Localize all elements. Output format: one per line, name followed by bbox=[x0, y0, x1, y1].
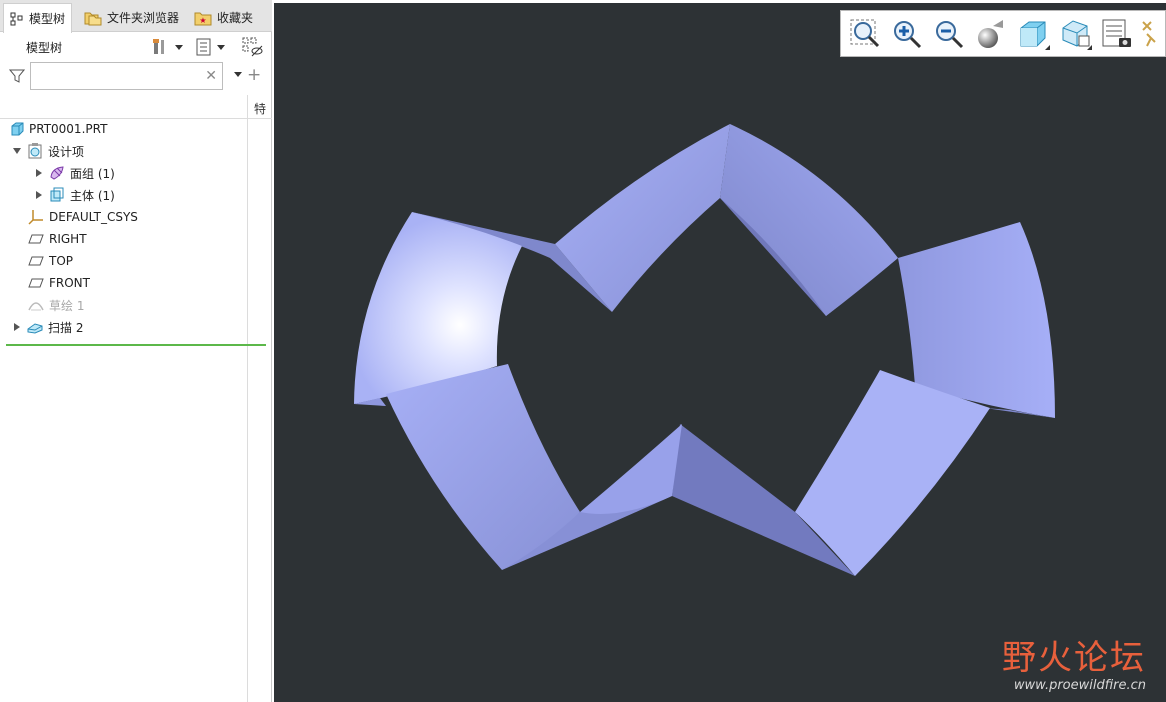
filter-row: ✕ + bbox=[0, 60, 272, 92]
filter-icon[interactable] bbox=[9, 68, 25, 84]
view-toolbar bbox=[840, 10, 1166, 57]
tree-item[interactable]: RIGHT bbox=[28, 228, 87, 250]
tree-item[interactable]: TOP bbox=[28, 250, 73, 272]
tree-item-label: RIGHT bbox=[49, 232, 87, 246]
watermark-title: 野火论坛 bbox=[1002, 638, 1146, 678]
chevron-down-icon[interactable] bbox=[234, 72, 242, 77]
sketch-icon bbox=[28, 298, 44, 312]
tree-item[interactable]: 草绘 1 bbox=[28, 294, 84, 316]
chevron-down-icon bbox=[1087, 44, 1092, 50]
tab-label: 模型树 bbox=[29, 12, 66, 26]
view-manager-button[interactable] bbox=[1099, 16, 1135, 52]
show-list-icon bbox=[196, 38, 211, 56]
part-icon bbox=[10, 122, 24, 136]
tree-item-label: FRONT bbox=[49, 276, 90, 290]
expand-arrow-icon[interactable] bbox=[12, 322, 22, 332]
show-dropdown[interactable] bbox=[196, 37, 225, 57]
add-icon[interactable]: + bbox=[247, 65, 261, 85]
insert-here-marker[interactable] bbox=[6, 344, 266, 346]
tree-item[interactable]: 面组 (1) bbox=[34, 162, 115, 184]
datum-plane-icon bbox=[28, 277, 44, 289]
column-divider[interactable] bbox=[247, 95, 248, 702]
navigator-tabs: 模型树 文件夹浏览器 ★ 收藏夹 bbox=[0, 0, 272, 33]
left-panel: 模型树 文件夹浏览器 ★ 收藏夹 模型树 ✕ + 特 PRT0001.PRT 设… bbox=[0, 0, 272, 702]
tree-item-label: DEFAULT_CSYS bbox=[49, 210, 138, 224]
collapse-arrow-icon[interactable] bbox=[12, 146, 22, 156]
chevron-down-icon bbox=[1045, 44, 1050, 50]
hide-button[interactable] bbox=[242, 37, 264, 57]
datum-plane-icon bbox=[28, 233, 44, 245]
tree-item-label: TOP bbox=[49, 254, 74, 268]
datum-plane-icon bbox=[28, 255, 44, 267]
tree-header: 模型树 bbox=[0, 32, 272, 60]
tree-item[interactable]: 主体 (1) bbox=[34, 184, 115, 206]
watermark-url: www.proewildfire.cn bbox=[1013, 678, 1146, 693]
surface-facet bbox=[580, 424, 682, 514]
view-manager-icon bbox=[1102, 19, 1131, 47]
folder-browser-icon bbox=[84, 12, 102, 25]
graphics-viewport[interactable]: 野火论坛 www.proewildfire.cn bbox=[274, 3, 1166, 702]
svg-text:★: ★ bbox=[199, 16, 206, 25]
tree-item[interactable]: 设计项 bbox=[12, 140, 84, 162]
column-header-label[interactable]: 特 bbox=[254, 100, 270, 117]
refit-button[interactable] bbox=[847, 16, 883, 52]
tree-item[interactable]: 扫描 2 bbox=[12, 316, 83, 338]
tree-item-label: 面组 (1) bbox=[70, 166, 115, 181]
tree-item-label: PRT0001.PRT bbox=[29, 122, 108, 136]
surface-facet bbox=[720, 124, 898, 316]
zoom-in-icon bbox=[894, 20, 922, 48]
tree-item-label: 设计项 bbox=[48, 144, 85, 159]
zoom-in-button[interactable] bbox=[889, 16, 925, 52]
tree-item-label: 扫描 2 bbox=[48, 320, 84, 335]
refit-icon bbox=[850, 19, 880, 47]
display-style-button[interactable] bbox=[1015, 16, 1051, 52]
search-input[interactable] bbox=[31, 63, 206, 89]
expand-arrow-icon[interactable] bbox=[34, 190, 44, 200]
sweep-surface-model bbox=[354, 124, 1055, 576]
favorites-icon: ★ bbox=[194, 12, 212, 25]
tab-favorites[interactable]: ★ 收藏夹 bbox=[188, 3, 259, 32]
design-items-icon bbox=[27, 143, 43, 159]
more-icon bbox=[1142, 20, 1156, 46]
watermark: 野火论坛 www.proewildfire.cn bbox=[1002, 638, 1146, 694]
tree-title: 模型树 bbox=[26, 41, 63, 55]
saved-views-button[interactable] bbox=[1057, 16, 1093, 52]
expand-arrow-icon[interactable] bbox=[34, 168, 44, 178]
chevron-down-icon bbox=[217, 44, 225, 50]
tree-item[interactable]: DEFAULT_CSYS bbox=[28, 206, 138, 228]
repaint-button[interactable] bbox=[973, 16, 1009, 52]
body-icon bbox=[49, 187, 65, 203]
column-header: 特 bbox=[0, 95, 272, 119]
tree-item[interactable]: PRT0001.PRT bbox=[10, 118, 107, 140]
quilt-icon bbox=[49, 165, 65, 181]
chevron-down-icon bbox=[175, 44, 183, 50]
tab-model-tree[interactable]: 模型树 bbox=[3, 3, 73, 33]
zoom-out-icon bbox=[936, 20, 964, 48]
tree-item-label: 草绘 1 bbox=[49, 298, 85, 313]
hide-items-icon bbox=[242, 37, 263, 57]
tree-item-label: 主体 (1) bbox=[70, 188, 115, 203]
tab-label: 文件夹浏览器 bbox=[107, 11, 180, 25]
repaint-icon bbox=[978, 19, 1003, 48]
tab-folder-browser[interactable]: 文件夹浏览器 bbox=[78, 3, 185, 32]
csys-icon bbox=[28, 209, 44, 225]
settings-dropdown[interactable] bbox=[152, 37, 183, 57]
search-box: ✕ bbox=[30, 62, 223, 90]
tree-item[interactable]: FRONT bbox=[28, 272, 90, 294]
zoom-out-button[interactable] bbox=[931, 16, 967, 52]
clear-icon[interactable]: ✕ bbox=[205, 68, 217, 84]
tab-label: 收藏夹 bbox=[217, 11, 254, 25]
model-tree-icon bbox=[10, 12, 23, 25]
tools-icon bbox=[153, 39, 164, 54]
sweep-icon bbox=[27, 320, 43, 334]
more-button[interactable] bbox=[1141, 16, 1157, 52]
